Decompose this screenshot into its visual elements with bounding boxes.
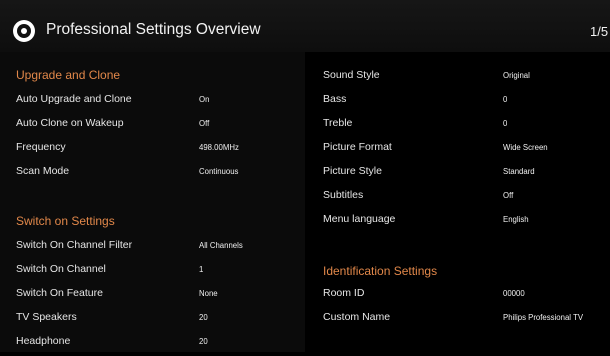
setting-label: Bass [323, 93, 347, 105]
setting-value: 0 [503, 119, 508, 128]
setting-label: Auto Clone on Wakeup [16, 117, 124, 129]
setting-row-picture-style[interactable]: Picture Style Standard [305, 162, 610, 186]
setting-row-auto-clone-wakeup[interactable]: Auto Clone on Wakeup Off [0, 114, 305, 138]
setting-row-switch-on-channel-filter[interactable]: Switch On Channel Filter All Channels [0, 236, 305, 260]
setting-value: Standard [503, 167, 535, 176]
setting-row-tv-speakers[interactable]: TV Speakers 20 [0, 308, 305, 332]
setting-row-treble[interactable]: Treble 0 [305, 114, 610, 138]
setting-value: On [199, 95, 210, 104]
setting-label: Menu language [323, 213, 396, 225]
setting-row-headphone[interactable]: Headphone 20 [0, 332, 305, 356]
setting-row-sound-style[interactable]: Sound Style Original [305, 66, 610, 90]
right-panel: Sound Style Original Bass 0 Treble 0 Pic… [305, 52, 610, 352]
setting-row-bass[interactable]: Bass 0 [305, 90, 610, 114]
setting-value: Off [199, 119, 210, 128]
setting-label: Headphone [16, 335, 71, 347]
setting-row-scan-mode[interactable]: Scan Mode Continuous [0, 162, 305, 186]
setting-row-picture-format[interactable]: Picture Format Wide Screen [305, 138, 610, 162]
setting-row-room-id[interactable]: Room ID 00000 [305, 284, 610, 308]
setting-row-switch-on-channel[interactable]: Switch On Channel 1 [0, 260, 305, 284]
setting-value: Original [503, 71, 530, 80]
setting-label: Sound Style [323, 69, 380, 81]
left-panel: Upgrade and Clone Auto Upgrade and Clone… [0, 52, 305, 352]
setting-label: Picture Format [323, 141, 392, 153]
setting-row-menu-language[interactable]: Menu language English [305, 210, 610, 234]
setting-row-auto-upgrade-clone[interactable]: Auto Upgrade and Clone On [0, 90, 305, 114]
setting-value: None [199, 289, 218, 298]
setting-label: Switch On Channel [16, 263, 106, 275]
setting-label: Switch On Channel Filter [16, 239, 133, 251]
setting-value: All Channels [199, 241, 243, 250]
setting-label: Custom Name [323, 311, 391, 323]
setting-label: TV Speakers [16, 311, 77, 323]
setting-value: 00000 [503, 289, 525, 298]
setting-value: 0 [503, 95, 508, 104]
setting-value: English [503, 215, 529, 224]
setting-value: Off [503, 191, 514, 200]
setting-value: Wide Screen [503, 143, 548, 152]
setting-label: Auto Upgrade and Clone [16, 93, 132, 105]
setting-row-frequency[interactable]: Frequency 498.00MHz [0, 138, 305, 162]
setting-label: Switch On Feature [16, 287, 103, 299]
page-title: Professional Settings Overview [46, 21, 261, 38]
setting-value: 20 [199, 337, 208, 346]
setting-label: Treble [323, 117, 353, 129]
setting-value: 20 [199, 313, 208, 322]
setting-value: Philips Professional TV [503, 313, 584, 322]
setting-row-subtitles[interactable]: Subtitles Off [305, 186, 610, 210]
setting-value: Continuous [199, 167, 239, 176]
setting-row-custom-name[interactable]: Custom Name Philips Professional TV [305, 308, 610, 332]
page-indicator: 1/5 [590, 24, 609, 39]
setting-label: Picture Style [323, 165, 382, 177]
setting-label: Subtitles [323, 189, 364, 201]
setting-value: 1 [199, 265, 204, 274]
header-bar: Professional Settings Overview 1/5 [0, 0, 610, 52]
tv-logo-icon [13, 20, 35, 42]
setting-label: Room ID [323, 287, 365, 299]
setting-label: Frequency [16, 141, 66, 153]
section-heading-upgrade-clone: Upgrade and Clone [16, 68, 121, 82]
section-heading-identification: Identification Settings [323, 264, 438, 278]
setting-label: Scan Mode [16, 165, 70, 177]
setting-value: 498.00MHz [199, 143, 239, 152]
setting-row-switch-on-feature[interactable]: Switch On Feature None [0, 284, 305, 308]
section-heading-switch-on: Switch on Settings [16, 214, 115, 228]
